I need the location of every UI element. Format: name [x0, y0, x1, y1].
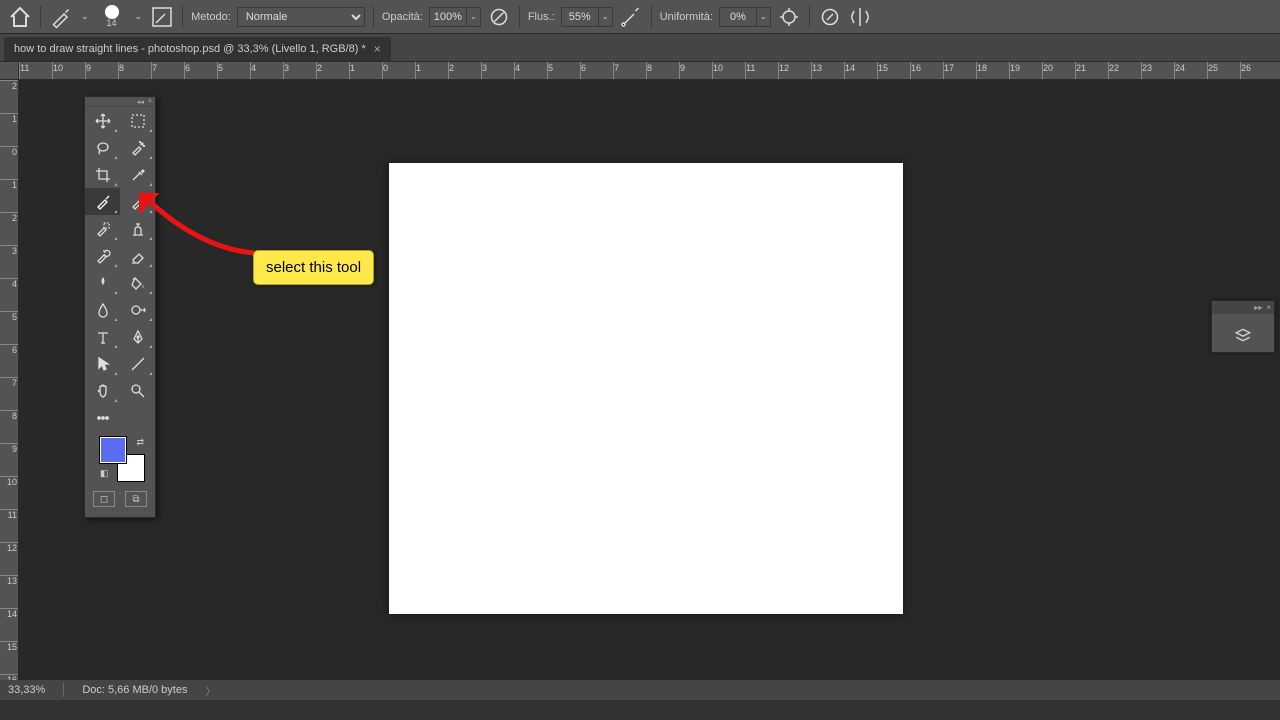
horizontal-ruler[interactable]: 1110987654321012345678910111213141516171…: [19, 62, 1280, 80]
tool-grid: [85, 107, 155, 431]
status-bar: 33,33% Doc: 5,66 MB/0 bytes 〉: [0, 680, 1280, 700]
blend-mode-label: Metodo:: [191, 11, 231, 23]
vertical-ruler[interactable]: 210123456789101112131415161718: [0, 80, 19, 680]
separator: [651, 6, 652, 28]
separator: [63, 683, 64, 697]
chevron-down-icon[interactable]: ⌄: [598, 8, 612, 26]
doc-info[interactable]: Doc: 5,66 MB/0 bytes: [82, 684, 187, 696]
symmetry-options[interactable]: [848, 5, 872, 29]
document-tab-bar: how to draw straight lines - photoshop.p…: [0, 34, 1280, 62]
brush-tool[interactable]: [85, 188, 120, 215]
zoom-level[interactable]: 33,33%: [8, 684, 45, 696]
size-pressure-toggle[interactable]: [818, 5, 842, 29]
expand-icon[interactable]: ▸▸: [1254, 303, 1262, 312]
marquee-tool[interactable]: [120, 107, 155, 134]
workspace: 1110987654321012345678910111213141516171…: [0, 62, 1280, 700]
pencil-tool[interactable]: [120, 188, 155, 215]
ruler-origin[interactable]: [0, 62, 19, 80]
document-tab[interactable]: how to draw straight lines - photoshop.p…: [4, 37, 391, 61]
separator: [373, 6, 374, 28]
tools-panel-header[interactable]: ◂◂ ×: [85, 97, 155, 107]
tools-panel[interactable]: ◂◂ ×: [84, 96, 156, 518]
quick-selection-tool[interactable]: [120, 134, 155, 161]
move-tool[interactable]: [85, 107, 120, 134]
history-brush-tool[interactable]: [85, 242, 120, 269]
brush-preset-picker[interactable]: 14: [97, 5, 127, 28]
opacity-pressure-toggle[interactable]: [487, 5, 511, 29]
dodge-tool[interactable]: [120, 296, 155, 323]
smoothing-options[interactable]: [777, 5, 801, 29]
tool-preset-picker[interactable]: [49, 5, 73, 29]
home-button[interactable]: [8, 5, 32, 29]
opacity-label: Opacità:: [382, 11, 423, 23]
annotation-callout: select this tool: [253, 250, 374, 285]
default-colors-icon[interactable]: ◧: [100, 468, 109, 479]
eyedropper-tool[interactable]: [120, 161, 155, 188]
blur-tool[interactable]: [85, 296, 120, 323]
canvas-viewport[interactable]: ◂◂ ×: [19, 80, 1280, 680]
brush-settings-toggle[interactable]: [150, 5, 174, 29]
swap-colors-icon[interactable]: ⇄: [136, 437, 144, 448]
flow-label: Flus.:: [528, 11, 555, 23]
foreground-color-swatch[interactable]: [100, 437, 126, 463]
brush-dot-icon: [105, 5, 119, 19]
gradient-tool[interactable]: [85, 269, 120, 296]
document-canvas[interactable]: [389, 163, 903, 614]
airbrush-toggle[interactable]: [619, 5, 643, 29]
pen-tool[interactable]: [120, 323, 155, 350]
separator: [40, 6, 41, 28]
color-swatches: ⇄ ◧: [100, 437, 144, 481]
brush-options-bar: ⌄ 14 ⌄ Metodo: Normale Opacità: ⌄ Flus.:…: [0, 0, 1280, 34]
smoothing-label: Uniformità:: [660, 11, 713, 23]
hand-tool[interactable]: [85, 377, 120, 404]
right-panel-header[interactable]: ▸▸ ×: [1212, 301, 1274, 314]
clone-stamp-tool[interactable]: [120, 215, 155, 242]
shape-tool[interactable]: [120, 350, 155, 377]
separator: [519, 6, 520, 28]
right-panel-collapsed[interactable]: ▸▸ ×: [1211, 300, 1275, 353]
quick-mask-toggle[interactable]: ◻: [93, 491, 115, 507]
close-icon[interactable]: ×: [148, 98, 152, 105]
separator: [182, 6, 183, 28]
annotation-arrow: [139, 193, 259, 263]
healing-brush-tool[interactable]: [85, 215, 120, 242]
separator: [809, 6, 810, 28]
crop-tool[interactable]: [85, 161, 120, 188]
screen-mode-toggle[interactable]: ⧉: [125, 491, 147, 507]
edit-toolbar[interactable]: [85, 404, 120, 431]
close-icon[interactable]: ×: [374, 42, 381, 56]
type-tool[interactable]: [85, 323, 120, 350]
close-icon[interactable]: ×: [1266, 303, 1271, 312]
path-selection-tool[interactable]: [85, 350, 120, 377]
screen-mode-row: ◻ ⧉: [89, 487, 151, 513]
chevron-down-icon[interactable]: ⌄: [133, 11, 145, 22]
chevron-down-icon[interactable]: ⌄: [756, 8, 770, 26]
blend-mode-select[interactable]: Normale: [237, 7, 365, 27]
chevron-down-icon[interactable]: ⌄: [466, 8, 480, 26]
flow-input[interactable]: ⌄: [561, 7, 613, 27]
brush-size-value: 14: [107, 18, 117, 28]
collapse-icon[interactable]: ◂◂: [137, 98, 144, 106]
paint-bucket-tool[interactable]: [120, 269, 155, 296]
chevron-down-icon[interactable]: ⌄: [79, 11, 91, 22]
smoothing-input[interactable]: ⌄: [719, 7, 771, 27]
color-swatches-area: ⇄ ◧ ◻ ⧉: [85, 431, 155, 517]
eraser-tool[interactable]: [120, 242, 155, 269]
chevron-right-icon[interactable]: 〉: [205, 683, 215, 698]
zoom-tool[interactable]: [120, 377, 155, 404]
opacity-input[interactable]: ⌄: [429, 7, 481, 27]
document-tab-title: how to draw straight lines - photoshop.p…: [14, 43, 366, 55]
layers-panel-icon[interactable]: [1212, 318, 1274, 352]
lasso-tool[interactable]: [85, 134, 120, 161]
